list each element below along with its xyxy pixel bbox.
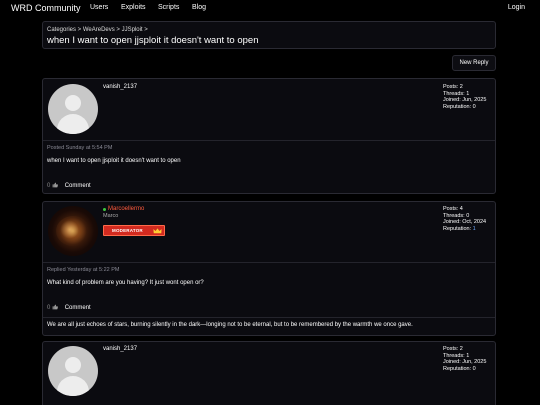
post-content: when I want to open jjsploit it doesn't … — [47, 158, 181, 164]
comment-link[interactable]: Comment — [65, 183, 91, 189]
post-divider — [43, 262, 495, 263]
site-brand[interactable]: WRD Community — [11, 3, 81, 13]
nav-exploits[interactable]: Exploits — [121, 4, 146, 11]
like-count: 0 — [47, 183, 51, 189]
post-actions: 0 Comment — [47, 304, 91, 311]
stat-reputation-value: 1 — [472, 225, 476, 232]
stat-joined: Joined: Jun, 2025 — [443, 359, 487, 366]
post-username[interactable]: vanish_2137 — [103, 84, 137, 90]
thread-title: when I want to open jjsploit it doesn't … — [47, 35, 259, 46]
online-dot-icon — [103, 208, 106, 211]
thumbs-up-icon[interactable] — [52, 304, 58, 310]
top-navbar: WRD Community Users Exploits Scripts Blo… — [0, 0, 540, 15]
user-stats: Posts: 2 Threads: 1 Joined: Jun, 2025 Re… — [443, 346, 486, 372]
stat-threads: Threads: 1 — [443, 90, 470, 97]
user-display-name: Marco — [103, 213, 119, 219]
nav-users[interactable]: Users — [90, 4, 108, 11]
post-actions: 0 Comment — [47, 182, 91, 189]
stat-posts: Posts: 4 — [443, 206, 463, 212]
stat-posts: Posts: 2 — [443, 84, 463, 90]
post-timestamp: Posted Sunday at 5:54 PM — [47, 145, 113, 151]
post-username[interactable]: Marcoellermo — [108, 206, 144, 212]
stat-posts: Posts: 2 — [443, 346, 463, 352]
stat-reputation: Reputation: 1 — [443, 226, 486, 233]
like-count: 0 — [47, 305, 51, 311]
breadcrumb[interactable]: Categories > WeAreDevs > JJSploit > — [47, 27, 148, 33]
post-divider — [43, 140, 495, 141]
comment-link[interactable]: Comment — [65, 305, 91, 311]
default-avatar-icon[interactable] — [48, 346, 98, 396]
stat-reputation: Reputation: 0 — [443, 103, 476, 110]
login-link[interactable]: Login — [508, 4, 525, 11]
post-content: What kind of problem are you having? It … — [47, 280, 204, 286]
user-signature: We are all just echoes of stars, burning… — [47, 322, 413, 328]
stat-threads: Threads: 0 — [443, 212, 470, 219]
signature-divider — [43, 317, 495, 318]
thumbs-up-icon[interactable] — [52, 182, 58, 188]
nav-scripts[interactable]: Scripts — [158, 4, 179, 11]
stat-reputation: Reputation: 0 — [443, 365, 476, 372]
post-timestamp: Replied Yesterday at 5:22 PM — [47, 267, 120, 273]
crown-icon — [153, 228, 162, 234]
user-stats: Posts: 2 Threads: 1 Joined: Jun, 2025 Re… — [443, 84, 486, 110]
default-avatar-icon[interactable] — [48, 84, 98, 134]
user-stats: Posts: 4 Threads: 0 Joined: Oct, 2024 Re… — [443, 206, 486, 232]
post-username[interactable]: vanish_2137 — [103, 346, 137, 352]
stat-joined: Joined: Jun, 2025 — [443, 97, 487, 104]
nav-blog[interactable]: Blog — [192, 4, 206, 11]
moderator-badge-label: MODERATOR — [112, 228, 143, 233]
new-reply-button[interactable]: New Reply — [452, 55, 496, 71]
user-avatar[interactable] — [48, 206, 98, 256]
moderator-badge: MODERATOR — [103, 225, 165, 236]
stat-threads: Threads: 1 — [443, 352, 470, 359]
post-card — [42, 78, 496, 194]
stat-reputation-label: Reputation: — [443, 225, 473, 232]
stat-joined: Joined: Oct, 2024 — [443, 219, 487, 226]
